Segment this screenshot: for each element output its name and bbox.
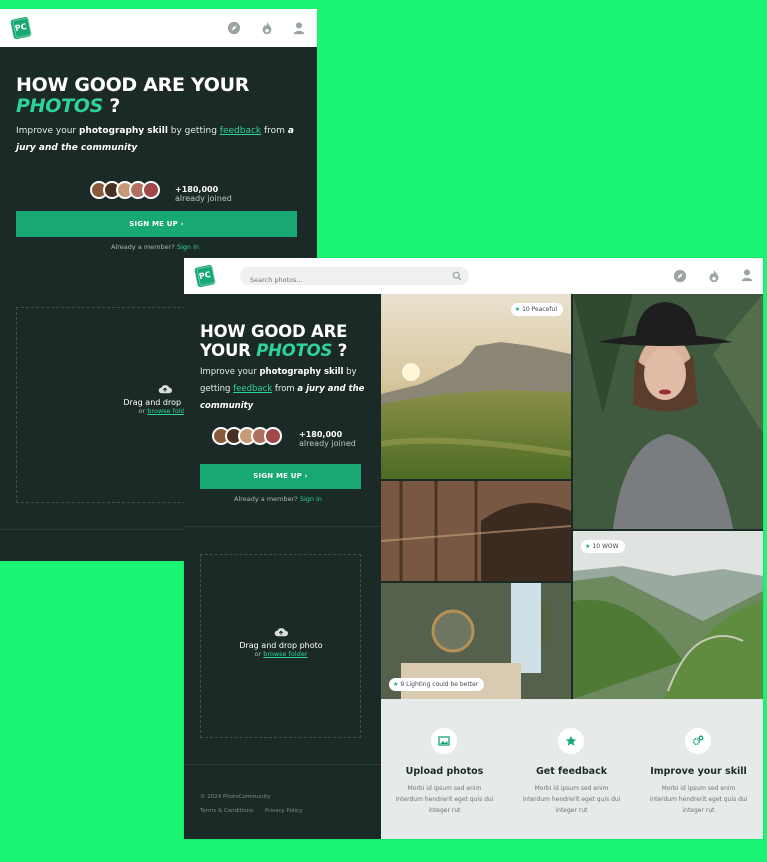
features-section: Upload photos Morbi id ipsum sed enim in… (381, 699, 763, 839)
photo-interior[interactable]: ★ 9 Lighting could be better (381, 583, 571, 699)
already-member: Already a member? Sign in (111, 243, 200, 251)
feedback-link[interactable]: feedback (233, 384, 272, 394)
desktop-window: PC HOW GOOD ARE YOUR PHOTOS ? Improve yo… (184, 258, 763, 839)
divider (184, 764, 381, 765)
browse-link[interactable]: browse folder (263, 650, 307, 658)
sign-in-link[interactable]: Sign in (300, 495, 322, 503)
rating-badge: ★ 9 Lighting could be better (389, 678, 485, 691)
user-icon[interactable] (740, 268, 754, 282)
search-input[interactable] (240, 271, 430, 289)
footer-links: Terms & Conditions Privacy Policy (200, 808, 312, 814)
top-bar: PC (0, 9, 317, 47)
copyright: © 2024 PhotoCommunity (200, 794, 271, 800)
left-panel: HOW GOOD ARE YOUR PHOTOS ? Improve your … (184, 294, 381, 839)
user-icon[interactable] (292, 21, 306, 35)
sign-in-link[interactable]: Sign in (177, 243, 199, 251)
logo[interactable]: PC (194, 264, 216, 288)
search-bar[interactable] (240, 267, 469, 289)
photo-gallery: ★ 10 Peaceful ★ 9 Lighting could be bett… (381, 294, 763, 699)
photo-landscape-sunset[interactable]: ★ 10 Peaceful (381, 294, 571, 479)
hero-subtitle: Improve your photography skill by gettin… (200, 367, 365, 411)
divider (184, 526, 381, 527)
image-icon (431, 728, 457, 754)
cloud-upload-icon (158, 385, 172, 394)
sign-up-button[interactable]: SIGN ME UP › (200, 464, 361, 489)
hero-subtitle: Improve your photography skill by gettin… (16, 126, 294, 153)
star-icon (558, 728, 584, 754)
fire-icon[interactable] (260, 21, 274, 35)
hero-title: HOW GOOD ARE YOUR PHOTOS ? (16, 74, 250, 117)
avatar-group (212, 427, 282, 445)
terms-link[interactable]: Terms & Conditions (200, 808, 253, 814)
photo-portrait[interactable] (573, 294, 763, 529)
avatar (264, 427, 282, 445)
hero-title: HOW GOOD ARE YOUR PHOTOS ? (200, 322, 348, 360)
rating-badge: ★ 10 Peaceful (510, 303, 563, 316)
avatar-group (90, 181, 160, 199)
search-icon[interactable] (452, 271, 462, 281)
joined-count: +180,000 already joined (175, 185, 232, 203)
drop-zone[interactable]: Drag and drop photo or browse folder (200, 554, 361, 738)
photo-architecture[interactable] (381, 481, 571, 581)
cloud-upload-icon (274, 628, 288, 637)
privacy-link[interactable]: Privacy Policy (265, 808, 302, 814)
photo-valley[interactable]: ★ 10 WOW (573, 531, 763, 699)
gears-icon (685, 728, 711, 754)
avatar (142, 181, 160, 199)
feedback-link[interactable]: feedback (220, 126, 261, 136)
rating-badge: ★ 10 WOW (581, 540, 625, 553)
compass-icon[interactable] (673, 269, 687, 283)
compass-icon[interactable] (227, 21, 241, 35)
top-bar: PC (184, 258, 763, 294)
joined-count: +180,000 already joined (299, 430, 356, 448)
fire-icon[interactable] (707, 269, 721, 283)
logo[interactable]: PC (10, 16, 32, 40)
sign-up-button[interactable]: SIGN ME UP › (16, 211, 297, 237)
already-member: Already a member? Sign in (234, 495, 323, 503)
